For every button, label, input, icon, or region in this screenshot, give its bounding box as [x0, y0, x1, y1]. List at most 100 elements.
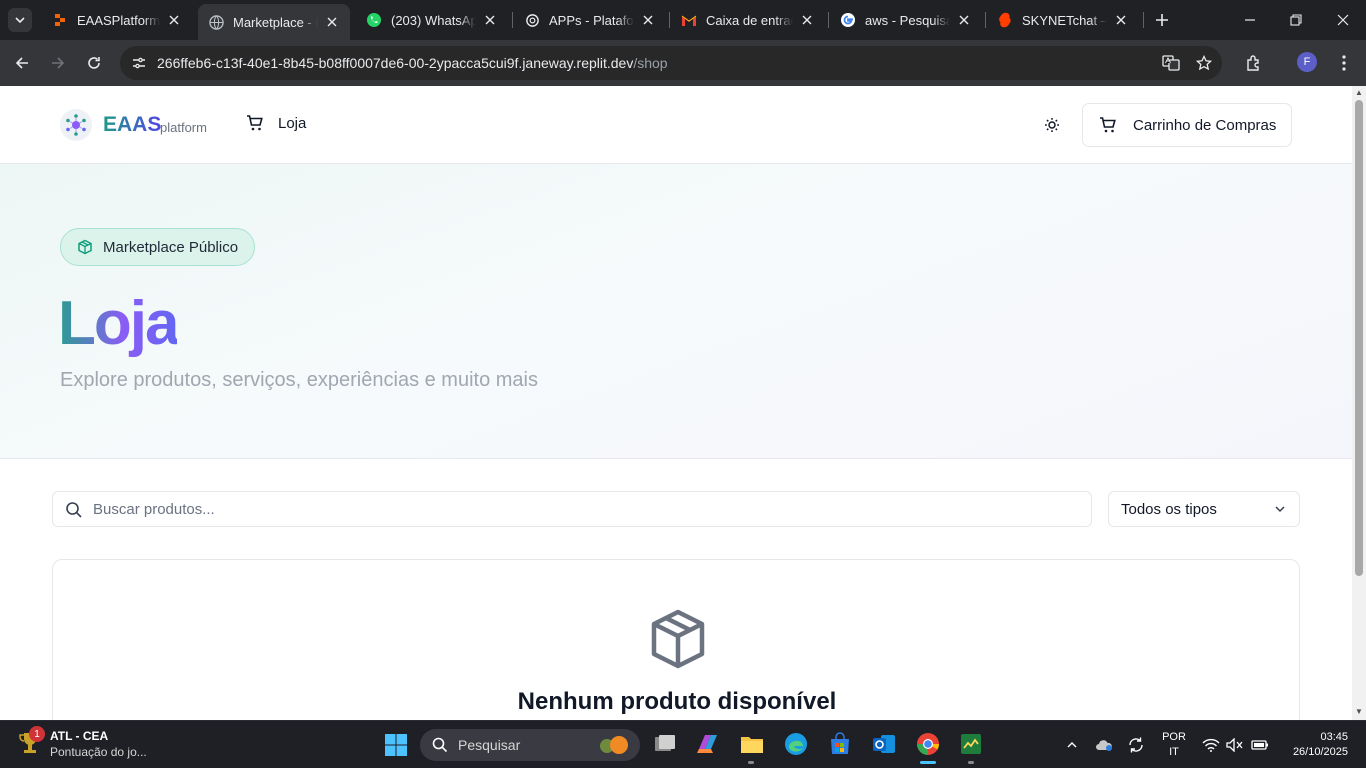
close-icon: [1337, 14, 1349, 26]
profile-avatar[interactable]: F: [1297, 52, 1317, 72]
reload-button[interactable]: [82, 51, 106, 75]
wifi-icon[interactable]: [1201, 735, 1221, 755]
file-explorer-icon[interactable]: [739, 731, 765, 757]
logo-text[interactable]: EAAS: [103, 113, 161, 137]
cart-button-label: Carrinho de Compras: [1133, 116, 1277, 134]
close-icon[interactable]: [324, 14, 340, 30]
url-text[interactable]: 266ffeb6-c13f-40e1-8b45-b08ff0007de6-00-…: [157, 55, 668, 71]
tab-separator: [512, 12, 513, 28]
language-indicator[interactable]: POR IT: [1160, 730, 1188, 760]
outlook-icon[interactable]: [871, 731, 897, 757]
plus-icon: [1156, 14, 1168, 26]
widget-subtitle[interactable]: Pontuação do jo...: [50, 745, 147, 759]
page-title: Loja: [58, 289, 179, 358]
tab-separator: [669, 12, 670, 28]
close-icon[interactable]: [1113, 12, 1129, 28]
windows-start-button[interactable]: [384, 733, 408, 757]
minimize-button[interactable]: [1238, 8, 1262, 32]
package-icon: [651, 609, 705, 669]
chevron-down-icon: [15, 17, 25, 24]
close-icon[interactable]: [640, 12, 656, 28]
speaker-muted-icon[interactable]: [1225, 735, 1245, 755]
task-view-icon[interactable]: [652, 731, 678, 757]
site-settings-icon[interactable]: [130, 54, 148, 72]
tab-search-button[interactable]: [8, 8, 32, 32]
scroll-down-arrow[interactable]: ▼: [1355, 708, 1363, 716]
tab-eaasplatform[interactable]: EAASPlatform - E: [42, 4, 192, 36]
close-icon[interactable]: [166, 12, 182, 28]
nav-loja-label: Loja: [278, 114, 307, 132]
running-indicator: [748, 761, 754, 764]
taskbar-search-label: Pesquisar: [458, 737, 521, 753]
search-input[interactable]: [93, 492, 1073, 526]
edge-icon[interactable]: [783, 731, 809, 757]
package-icon: [78, 239, 92, 255]
translate-icon[interactable]: [1162, 54, 1180, 72]
shopping-cart-button[interactable]: Carrinho de Compras: [1082, 103, 1292, 147]
taskbar-search[interactable]: Pesquisar: [420, 729, 640, 761]
tab-title: Caixa de entrada: [706, 12, 793, 28]
m365-copilot-icon[interactable]: [695, 731, 721, 757]
tab-apps[interactable]: APPs - Plataform: [514, 4, 666, 36]
tab-title: EAASPlatform - E: [77, 12, 160, 28]
widget-title[interactable]: ATL - CEA: [50, 729, 108, 743]
tab-google-search[interactable]: aws - Pesquisa G: [830, 4, 982, 36]
keyboard-layout: IT: [1169, 746, 1179, 758]
extensions-icon[interactable]: [1243, 52, 1265, 74]
product-search: [52, 491, 1092, 527]
new-tab-button[interactable]: [1150, 8, 1174, 32]
restore-icon: [1290, 14, 1302, 26]
chrome-icon[interactable]: [915, 731, 941, 757]
task-manager-icon[interactable]: [958, 731, 984, 757]
close-icon[interactable]: [482, 12, 498, 28]
nav-loja-link[interactable]: Loja: [246, 114, 306, 132]
arrow-right-icon: [52, 57, 65, 69]
microsoft-store-icon[interactable]: [827, 731, 853, 757]
tab-separator: [985, 12, 986, 28]
minimize-icon: [1245, 19, 1255, 21]
onedrive-icon[interactable]: [1094, 735, 1114, 755]
tab-title: Marketplace - EA: [233, 14, 318, 30]
tab-whatsapp[interactable]: (203) WhatsApp: [356, 4, 508, 36]
close-icon[interactable]: [799, 12, 815, 28]
back-button[interactable]: [10, 51, 34, 75]
browser-tabstrip: EAASPlatform - E Marketplace - EA (203) …: [0, 0, 1366, 40]
page-scrollbar[interactable]: ▲ ▼: [1352, 86, 1366, 720]
tab-separator: [1143, 12, 1144, 28]
battery-icon[interactable]: [1250, 735, 1270, 755]
more-menu-icon[interactable]: [1333, 52, 1355, 74]
logo-icon[interactable]: [60, 109, 92, 141]
scroll-up-arrow[interactable]: ▲: [1355, 89, 1363, 97]
windows-icon: [385, 734, 407, 756]
empty-state-title: Nenhum produto disponível: [517, 688, 837, 715]
tab-separator: [828, 12, 829, 28]
tab-marketplace[interactable]: Marketplace - EA: [198, 4, 350, 40]
search-icon: [432, 737, 448, 753]
bookmark-star-icon[interactable]: [1195, 54, 1213, 72]
logo-subtext: platform: [160, 120, 207, 135]
google-icon: [840, 12, 856, 28]
close-icon[interactable]: [956, 12, 972, 28]
active-indicator: [920, 761, 936, 764]
badge-label: Marketplace Público: [103, 238, 239, 256]
shopping-cart-icon: [1100, 117, 1116, 133]
clock[interactable]: 03:45 26/10/2025: [1290, 730, 1348, 760]
openai-icon: [524, 12, 540, 28]
whatsapp-icon: [366, 12, 382, 28]
forward-button[interactable]: [46, 51, 70, 75]
restore-button[interactable]: [1284, 8, 1308, 32]
chevron-up-icon[interactable]: [1062, 735, 1082, 755]
type-filter-value: Todos os tipos: [1121, 500, 1217, 518]
theme-toggle-button[interactable]: [1040, 113, 1064, 137]
close-window-button[interactable]: [1331, 8, 1355, 32]
sync-icon[interactable]: [1126, 735, 1146, 755]
type-filter-select[interactable]: Todos os tipos: [1108, 491, 1300, 527]
windows-taskbar: 1 ATL - CEA Pontuação do jo... Pesquisar: [0, 720, 1366, 768]
tab-skynetchat[interactable]: SKYNETchat — C: [987, 4, 1139, 36]
svelte-icon: [997, 12, 1013, 28]
scroll-thumb[interactable]: [1355, 100, 1363, 576]
chevron-down-icon: [1275, 506, 1285, 513]
tab-gmail[interactable]: Caixa de entrada: [671, 4, 825, 36]
gmail-icon: [681, 12, 697, 28]
address-bar[interactable]: 266ffeb6-c13f-40e1-8b45-b08ff0007de6-00-…: [120, 46, 1222, 80]
